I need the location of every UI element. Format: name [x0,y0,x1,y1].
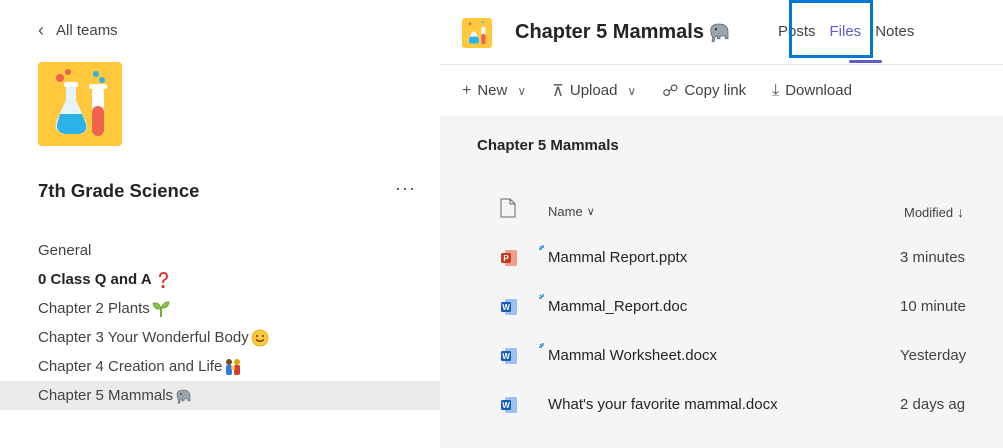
file-list-header: Name ∨ Modified ↓ [440,192,1003,232]
new-file-sparkle-icon [539,294,544,299]
elephant-icon [710,23,729,43]
science-flask-icon [462,18,492,48]
table-row[interactable]: W Mammal_Report.doc 10 minute [440,285,1003,329]
upload-label: Upload [569,82,618,99]
link-icon: ☍ [662,82,679,100]
new-label: New [477,82,508,99]
more-options-button[interactable]: ··· [395,178,416,199]
channel-label: General [38,242,92,259]
smiley-face-icon [251,329,269,346]
channel-chapter-3-body[interactable]: Chapter 3 Your Wonderful Body [0,323,440,352]
channel-chapter-2-plants[interactable]: Chapter 2 Plants [0,294,440,323]
channel-label: 0 Class Q and A [38,271,152,288]
upload-button[interactable]: ⊼ Upload ∨ [552,81,636,101]
svg-text:W: W [502,401,510,410]
powerpoint-file-icon: P [501,250,517,266]
plus-icon: + [462,81,472,99]
channel-title: Chapter 5 Mammals [515,20,732,44]
upload-icon: ⊼ [552,82,564,100]
file-name[interactable]: Mammal_Report.doc [548,285,687,329]
files-tab-highlight [789,0,873,58]
channel-label: Chapter 3 Your Wonderful Body [38,329,249,346]
elephant-icon [176,389,191,404]
table-row[interactable]: P Mammal Report.pptx 3 minutes [440,236,1003,280]
file-name[interactable]: Mammal Worksheet.docx [548,334,717,378]
file-type-icon [500,198,516,218]
svg-text:W: W [502,303,510,312]
download-label: Download [785,82,852,99]
sort-down-arrow-icon: ↓ [957,204,965,220]
channel-list: General 0 Class Q and A Chapter 2 Plants… [0,236,440,410]
tab-notes[interactable]: Notes [875,23,914,40]
channel-label: Chapter 2 Plants [38,300,150,317]
new-file-sparkle-icon [539,343,544,348]
team-sidebar: ‹ All teams 7th Grade Science ··· Genera… [0,0,440,448]
back-label: All teams [56,22,118,39]
modified-column-header[interactable]: Modified ↓ [904,204,964,220]
new-button[interactable]: + New ∨ [462,82,526,100]
file-modified: 10 minute [900,298,966,315]
name-column-label: Name [548,204,583,219]
chevron-down-icon: ∨ [627,83,637,98]
science-flask-icon [38,62,122,146]
download-icon: ⤓ [772,81,780,99]
word-file-icon: W [501,397,517,413]
table-row[interactable]: W Mammal Worksheet.docx Yesterday [440,334,1003,378]
seedling-icon [152,301,170,317]
download-button[interactable]: ⤓ Download [772,82,852,100]
channel-chapter-5-mammals[interactable]: Chapter 5 Mammals [0,381,440,410]
copy-link-button[interactable]: ☍ Copy link [662,81,746,101]
modified-column-label: Modified [904,204,954,220]
channel-header: Chapter 5 Mammals Posts Files Notes [440,0,1003,64]
files-panel: Chapter 5 Mammals Posts Files Notes + Ne… [440,0,1003,448]
files-toolbar: + New ∨ ⊼ Upload ∨ ☍ Copy link ⤓ Downloa… [440,64,1003,116]
file-name[interactable]: What's your favorite mammal.docx [548,383,778,427]
breadcrumb[interactable]: Chapter 5 Mammals [477,137,619,154]
team-logo [38,62,122,146]
chevron-left-icon: ‹ [38,20,44,40]
word-file-icon: W [501,348,517,364]
copy-link-label: Copy link [684,82,747,99]
chevron-down-icon: ∨ [517,83,527,98]
file-name[interactable]: Mammal Report.pptx [548,236,687,280]
table-row[interactable]: W What's your favorite mammal.docx 2 day… [440,383,1003,427]
family-icon [226,358,241,375]
channel-team-logo [462,18,492,48]
channel-class-q-and-a[interactable]: 0 Class Q and A [0,265,440,294]
channel-chapter-4-creation[interactable]: Chapter 4 Creation and Life [0,352,440,381]
channel-title-text: Chapter 5 Mammals [515,20,704,43]
channel-label: Chapter 5 Mammals [38,387,174,404]
all-teams-back-link[interactable]: ‹ All teams [38,20,118,41]
file-modified: Yesterday [900,347,967,364]
channel-label: Chapter 4 Creation and Life [38,358,223,375]
svg-text:P: P [503,254,509,263]
team-name: 7th Grade Science [38,180,200,201]
active-tab-indicator [849,60,882,63]
file-modified: 2 days ag [900,396,966,413]
channel-general[interactable]: General [0,236,440,265]
question-mark-icon [158,271,168,288]
file-modified: 3 minutes [900,249,966,266]
chevron-down-icon: ∨ [586,206,595,218]
new-file-sparkle-icon [539,245,544,250]
svg-text:W: W [502,352,510,361]
name-column-header[interactable]: Name ∨ [548,204,595,219]
word-file-icon: W [501,299,517,315]
